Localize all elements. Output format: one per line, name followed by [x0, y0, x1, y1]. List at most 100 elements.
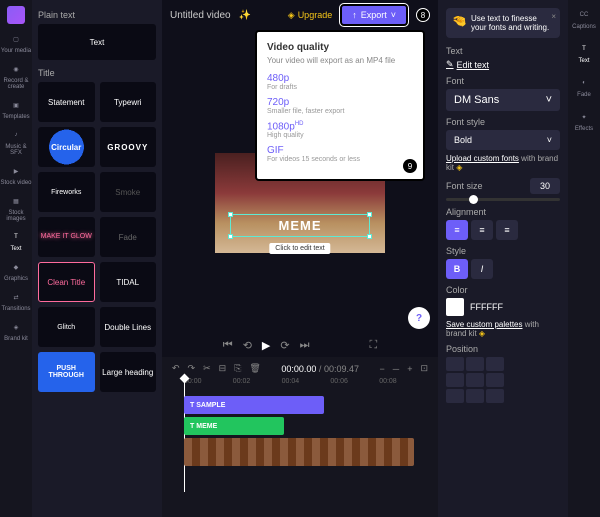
- fade-icon: ◐: [577, 76, 591, 90]
- wand-icon[interactable]: ✨: [239, 10, 251, 21]
- template-circular[interactable]: Circular: [38, 127, 95, 167]
- templates-panel: Plain text Text Title Statement Typewri …: [32, 0, 162, 517]
- skip-back-icon[interactable]: ⏮: [223, 339, 233, 352]
- pos-tc[interactable]: [466, 357, 484, 371]
- bold-button[interactable]: B: [446, 259, 468, 279]
- graphics-icon: ◆: [9, 260, 23, 274]
- export-option-gif[interactable]: GIFFor videos 15 seconds or less: [267, 145, 413, 163]
- timeline-ruler[interactable]: 00:0000:0200:0400:0600:08: [172, 378, 428, 392]
- export-option-480p[interactable]: 480pFor drafts: [267, 73, 413, 91]
- zoom-out-icon[interactable]: −: [380, 364, 385, 374]
- diamond-icon: ◈: [456, 163, 462, 172]
- template-double-lines[interactable]: Double Lines: [100, 307, 157, 347]
- rail-record[interactable]: ◉Record & create: [0, 62, 32, 90]
- zoom-in-icon[interactable]: +: [407, 364, 412, 374]
- trash-icon[interactable]: 🗑: [249, 363, 260, 374]
- play-icon[interactable]: ▶: [262, 339, 270, 352]
- slider-thumb[interactable]: [469, 195, 478, 204]
- forward-icon[interactable]: ⟳: [280, 339, 289, 352]
- font-size-input[interactable]: 30: [530, 178, 560, 194]
- app-logo[interactable]: [7, 6, 25, 24]
- align-left-button[interactable]: ≡: [446, 220, 468, 240]
- rewind-icon[interactable]: ⟲: [243, 339, 252, 352]
- rail-captions[interactable]: CCCaptions: [572, 8, 596, 30]
- italic-button[interactable]: I: [471, 259, 493, 279]
- rail-transitions[interactable]: ⇄Transitions: [1, 290, 30, 312]
- font-style-select[interactable]: Bold˅: [446, 130, 560, 150]
- pos-tr[interactable]: [486, 357, 504, 371]
- template-fireworks[interactable]: Fireworks: [38, 172, 95, 212]
- rail-stock-images[interactable]: ▦Stock images: [0, 194, 32, 222]
- template-push-through[interactable]: PUSH THROUGH: [38, 352, 95, 392]
- resize-handle-tl[interactable]: [228, 212, 233, 217]
- rail-text-props[interactable]: TText: [577, 42, 591, 64]
- video-icon: ▶: [9, 164, 23, 178]
- pos-ml[interactable]: [446, 373, 464, 387]
- diamond-icon: ◈: [479, 329, 485, 338]
- rail-effects[interactable]: ✦Effects: [575, 110, 593, 132]
- template-glow[interactable]: MAKE IT GLOW: [38, 217, 95, 257]
- rail-stock-video[interactable]: ▶Stock video: [0, 164, 31, 186]
- fullscreen-icon[interactable]: ⛶: [370, 339, 378, 352]
- text-selection-box[interactable]: MEME Click to edit text: [230, 214, 370, 237]
- export-option-720p[interactable]: 720pSmaller file, faster export: [267, 97, 413, 115]
- clip-video[interactable]: [184, 438, 414, 466]
- project-title[interactable]: Untitled video: [170, 10, 231, 21]
- pos-bl[interactable]: [446, 389, 464, 403]
- copy-icon[interactable]: ⎘: [234, 363, 241, 374]
- template-glitch[interactable]: Glitch: [38, 307, 95, 347]
- tip-callout: 🤏 Use text to finesse your fonts and wri…: [446, 8, 560, 38]
- align-center-button[interactable]: ≡: [471, 220, 493, 240]
- pos-mc[interactable]: [466, 373, 484, 387]
- upload-fonts-link[interactable]: Upload custom fonts: [446, 154, 519, 163]
- template-large-heading[interactable]: Large heading: [100, 352, 157, 392]
- font-select[interactable]: DM Sans˅: [446, 89, 560, 111]
- effects-icon: ✦: [577, 110, 591, 124]
- template-fade[interactable]: Fade: [100, 217, 157, 257]
- scissors-icon[interactable]: ✂: [203, 363, 211, 374]
- template-smoke[interactable]: Smoke: [100, 172, 157, 212]
- template-plain-text[interactable]: Text: [38, 24, 156, 60]
- save-palettes-link[interactable]: Save custom palettes: [446, 320, 522, 329]
- skip-forward-icon[interactable]: ⏭: [300, 339, 310, 352]
- upgrade-button[interactable]: ◈Upgrade: [288, 10, 332, 21]
- rail-templates[interactable]: ▣Templates: [2, 98, 29, 120]
- align-right-button[interactable]: ≡: [496, 220, 518, 240]
- color-swatch[interactable]: [446, 298, 464, 316]
- template-statement[interactable]: Statement: [38, 82, 95, 122]
- help-button[interactable]: ?: [408, 307, 430, 329]
- export-option-1080p[interactable]: 1080pHDHigh quality: [267, 121, 413, 139]
- step-badge-8: 8: [416, 8, 430, 22]
- pos-br[interactable]: [486, 389, 504, 403]
- resize-handle-bl[interactable]: [228, 234, 233, 239]
- close-icon[interactable]: ×: [551, 12, 556, 21]
- resize-handle-br[interactable]: [367, 234, 372, 239]
- rail-graphics[interactable]: ◆Graphics: [4, 260, 28, 282]
- pos-mr[interactable]: [486, 373, 504, 387]
- alignment-label: Alignment: [446, 207, 560, 217]
- rail-music[interactable]: ♪Music & SFX: [0, 128, 32, 156]
- upload-icon: ↑: [352, 10, 357, 20]
- font-size-slider[interactable]: [446, 198, 560, 201]
- rail-brand-kit[interactable]: ◈Brand kit: [4, 320, 28, 342]
- split-icon[interactable]: ⊟: [219, 363, 227, 374]
- template-typewriter[interactable]: Typewri: [100, 82, 157, 122]
- resize-handle-tr[interactable]: [367, 212, 372, 217]
- redo-icon[interactable]: ↷: [188, 363, 196, 374]
- pos-bc[interactable]: [466, 389, 484, 403]
- pos-tl[interactable]: [446, 357, 464, 371]
- undo-icon[interactable]: ↶: [172, 363, 180, 374]
- edit-text-link[interactable]: ✎Edit text: [446, 59, 560, 70]
- template-clean-title[interactable]: Clean Title: [38, 262, 95, 302]
- template-tidal[interactable]: TIDAL: [100, 262, 157, 302]
- fit-icon[interactable]: ⊡: [420, 363, 428, 374]
- canvas-text[interactable]: MEME: [234, 218, 366, 233]
- clip-sample[interactable]: T SAMPLE: [184, 396, 324, 414]
- export-button[interactable]: ↑Export˅: [340, 4, 408, 26]
- rail-fade[interactable]: ◐Fade: [577, 76, 591, 98]
- rail-text[interactable]: TText: [9, 230, 23, 252]
- template-groovy[interactable]: GROOVY: [100, 127, 157, 167]
- zoom-slider[interactable]: ─: [393, 364, 399, 374]
- clip-meme[interactable]: T MEME: [184, 417, 284, 435]
- rail-your-media[interactable]: ▢Your media: [1, 32, 31, 54]
